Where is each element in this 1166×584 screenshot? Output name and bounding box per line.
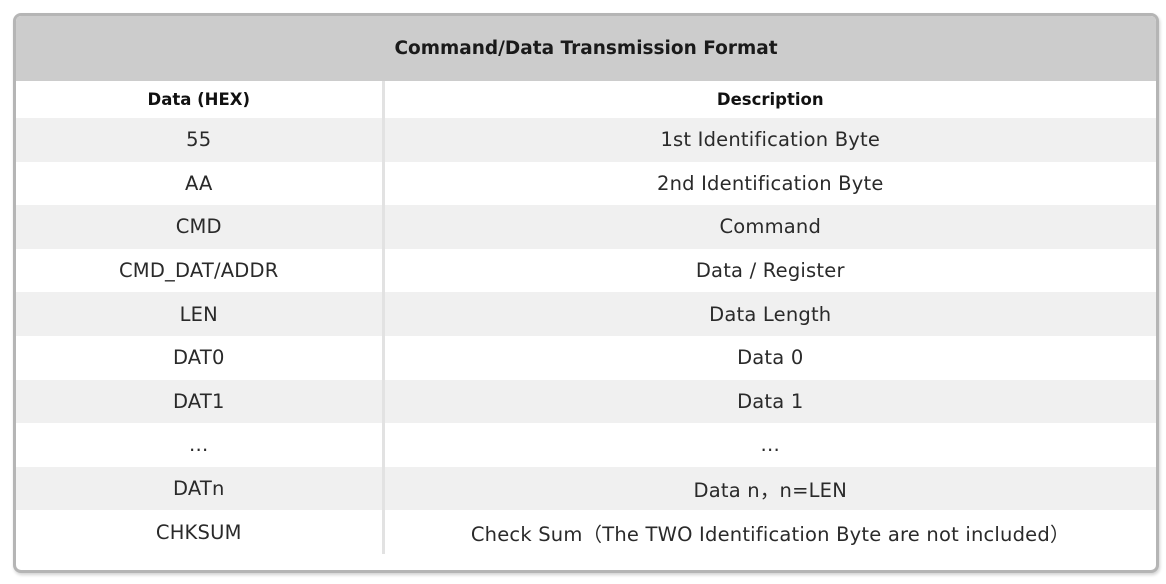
- table-row: CMD_DAT/ADDR Data / Register: [16, 248, 1156, 293]
- cell-description: Data n，n=LEN: [383, 466, 1156, 511]
- table-row: CHKSUM Check Sum（The TWO Identification …: [16, 510, 1156, 554]
- table-row: AA 2nd Identification Byte: [16, 161, 1156, 206]
- header-description: Description: [383, 81, 1156, 118]
- table-row: DATn Data n，n=LEN: [16, 466, 1156, 511]
- table-row: DAT0 Data 0: [16, 335, 1156, 380]
- table-title: Command/Data Transmission Format: [16, 16, 1156, 81]
- cell-data: …: [16, 423, 385, 467]
- cell-data: CMD: [16, 205, 385, 249]
- cell-data: 55: [16, 118, 385, 162]
- cell-data: AA: [16, 161, 385, 206]
- format-table: Data (HEX) Description 55 1st Identifica…: [16, 81, 1156, 554]
- cell-data: LEN: [16, 292, 385, 336]
- cell-description: Data 0: [383, 335, 1156, 380]
- cell-description: 2nd Identification Byte: [383, 161, 1156, 206]
- cell-description: Data / Register: [383, 248, 1156, 293]
- header-data-hex: Data (HEX): [16, 81, 385, 118]
- table-row: 55 1st Identification Byte: [16, 118, 1156, 162]
- cell-description: …: [383, 423, 1156, 467]
- cell-data: CHKSUM: [16, 510, 385, 554]
- table-row: LEN Data Length: [16, 292, 1156, 336]
- header-row: Data (HEX) Description: [16, 81, 1156, 118]
- table-row: … …: [16, 423, 1156, 467]
- cell-description: Check Sum（The TWO Identification Byte ar…: [383, 510, 1156, 554]
- cell-data: DATn: [16, 466, 385, 511]
- cell-data: DAT1: [16, 379, 385, 424]
- cell-data: CMD_DAT/ADDR: [16, 248, 385, 293]
- cell-description: Data Length: [383, 292, 1156, 336]
- cell-description: 1st Identification Byte: [383, 118, 1156, 162]
- transmission-format-table: Command/Data Transmission Format Data (H…: [13, 13, 1159, 573]
- cell-description: Command: [383, 205, 1156, 249]
- table-row: DAT1 Data 1: [16, 379, 1156, 424]
- table-row: CMD Command: [16, 205, 1156, 249]
- cell-description: Data 1: [383, 379, 1156, 424]
- cell-data: DAT0: [16, 335, 385, 380]
